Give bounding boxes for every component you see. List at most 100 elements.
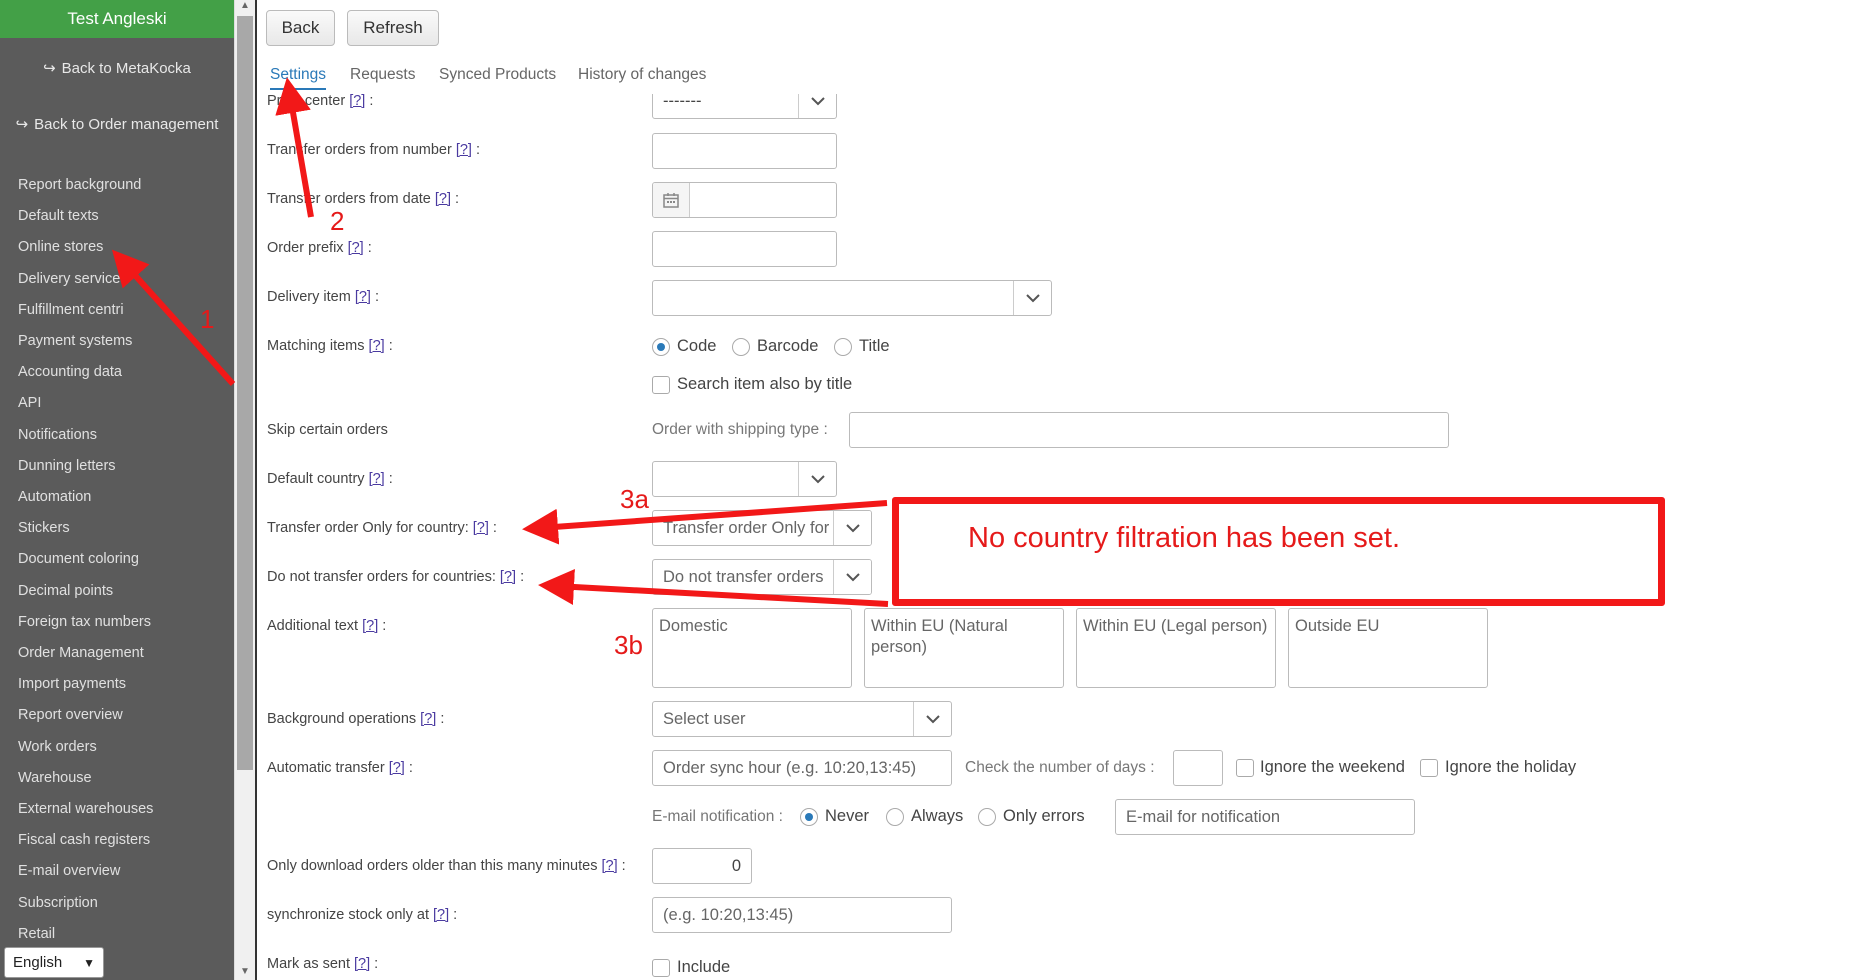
matching-title-radio[interactable] [834,338,852,356]
back-to-order-management-label: Back to Order management [34,115,219,133]
ignore-weekend-label: Ignore the weekend [1260,758,1405,776]
help-link[interactable]: [?] [349,93,365,109]
annotation-number-3b: 3b [614,630,643,660]
divider [255,0,257,980]
older-minutes-input[interactable]: 0 [652,848,752,884]
sync-stock-input[interactable]: (e.g. 10:20,13:45) [652,897,952,933]
sidebar-item-e-mail-overview[interactable]: E-mail overview [18,863,120,879]
chevron-down-icon [1013,281,1051,315]
email-placeholder: E-mail for notification [1126,807,1281,826]
sidebar-item-report-background[interactable]: Report background [18,177,141,193]
tab-synced-products[interactable]: Synced Products [439,66,556,84]
sidebar-item-retail[interactable]: Retail [18,926,55,942]
transfer-date-label: Transfer orders from date [?] : [267,191,460,207]
sidebar-item-work-orders[interactable]: Work orders [18,739,97,755]
sidebar-item-import-payments[interactable]: Import payments [18,676,126,692]
sidebar-item-external-warehouses[interactable]: External warehouses [18,801,153,817]
help-link[interactable]: [?] [348,240,364,256]
sidebar-item-fulfillment-centri[interactable]: Fulfillment centri [18,302,124,318]
help-link[interactable]: [?] [500,569,516,585]
sidebar-item-api[interactable]: API [18,395,41,411]
email-always-label: Always [911,807,964,825]
sidebar-item-fiscal-cash-registers[interactable]: Fiscal cash registers [18,832,150,848]
sidebar-item-accounting-data[interactable]: Accounting data [18,364,122,380]
sidebar-item-automation[interactable]: Automation [18,489,91,505]
email-never-label: Never [825,807,870,825]
background-user-select[interactable]: Select user [652,701,952,737]
sidebar-item-document-coloring[interactable]: Document coloring [18,551,139,567]
sidebar-item-stickers[interactable]: Stickers [18,520,70,536]
help-link[interactable]: [?] [435,191,451,207]
help-link[interactable]: [?] [369,338,385,354]
help-link[interactable]: [?] [354,956,370,972]
help-link[interactable]: [?] [355,289,371,305]
sidebar-item-report-overview[interactable]: Report overview [18,707,123,723]
sync-hour-input[interactable]: Order sync hour (e.g. 10:20,13:45) [652,750,952,786]
help-link[interactable]: [?] [389,760,405,776]
company-title: Test Angleski [0,0,234,38]
default-country-select[interactable] [652,461,837,497]
days-input[interactable] [1173,750,1223,786]
sidebar-item-payment-systems[interactable]: Payment systems [18,333,132,349]
sidebar-item-subscription[interactable]: Subscription [18,895,98,911]
language-select[interactable]: English ▼ [4,947,104,978]
scrollbar-thumb[interactable] [237,16,253,770]
sidebar-item-online-stores[interactable]: Online stores [18,239,103,255]
matching-code-radio[interactable] [652,338,670,356]
email-notification-label: E-mail notification : [652,808,783,825]
email-never-radio[interactable] [800,808,818,826]
eu-natural-textarea[interactable]: Within EU (Natural person) [864,608,1064,688]
older-minutes-label: Only download orders older than this man… [267,858,626,874]
sidebar-item-warehouse[interactable]: Warehouse [18,770,92,786]
help-link[interactable]: [?] [473,520,489,536]
ignore-weekend-checkbox[interactable] [1236,759,1254,777]
help-link[interactable]: [?] [433,907,449,923]
scroll-down-icon[interactable]: ▼ [238,966,252,977]
sidebar-item-foreign-tax-numbers[interactable]: Foreign tax numbers [18,614,151,630]
email-only-errors-radio[interactable] [978,808,996,826]
help-link[interactable]: [?] [369,471,385,487]
help-link[interactable]: [?] [601,858,617,874]
sidebar-item-order-management[interactable]: Order Management [18,645,144,661]
domestic-textarea[interactable]: Domestic [652,608,852,688]
shipping-type-input[interactable] [849,412,1449,448]
back-to-order-management-link[interactable]: ↪ Back to Order management [0,114,234,134]
refresh-button[interactable]: Refresh [347,10,439,46]
tab-settings[interactable]: Settings [270,66,327,90]
transfer-number-input[interactable] [652,133,837,169]
help-link[interactable]: [?] [362,618,378,634]
only-country-select[interactable]: Transfer order Only for [652,510,872,546]
additional-text-label: Additional text [?] : [267,618,387,634]
ignore-holiday-checkbox[interactable] [1420,759,1438,777]
sidebar-item-delivery-services[interactable]: Delivery services [18,271,128,287]
background-operations-label: Background operations [?] : [267,711,445,727]
sidebar-item-decimal-points[interactable]: Decimal points [18,583,113,599]
delivery-item-select[interactable] [652,280,1052,316]
sidebar-item-default-texts[interactable]: Default texts [18,208,99,224]
email-always-radio[interactable] [886,808,904,826]
back-to-metakocka-link[interactable]: ↪ Back to MetaKocka [0,58,234,78]
search-by-title-checkbox[interactable] [652,376,670,394]
sidebar-item-dunning-letters[interactable]: Dunning letters [18,458,116,474]
outside-eu-textarea[interactable]: Outside EU [1288,608,1488,688]
back-to-metakocka-label: Back to MetaKocka [61,59,191,77]
default-country-label: Default country [?] : [267,471,393,487]
tab-history-of-changes[interactable]: History of changes [578,66,706,84]
help-link[interactable]: [?] [420,711,436,727]
transfer-date-input[interactable] [652,182,837,218]
order-prefix-input[interactable] [652,231,837,267]
only-country-placeholder: Transfer order Only for [663,518,830,537]
mark-sent-checkbox[interactable] [652,959,670,977]
skip-orders-label: Skip certain orders [267,422,388,438]
sidebar-item-notifications[interactable]: Notifications [18,427,97,443]
back-button[interactable]: Back [266,10,335,46]
scroll-up-icon[interactable]: ▲ [238,0,252,11]
mark-sent-label: Mark as sent [?] : [267,956,379,972]
tab-requests[interactable]: Requests [350,66,415,84]
eu-legal-textarea[interactable]: Within EU (Legal person) [1076,608,1276,688]
help-link[interactable]: [?] [456,142,472,158]
email-notification-input[interactable]: E-mail for notification [1115,799,1415,835]
not-countries-select[interactable]: Do not transfer orders [652,559,872,595]
calendar-icon[interactable] [653,183,690,217]
matching-barcode-radio[interactable] [732,338,750,356]
